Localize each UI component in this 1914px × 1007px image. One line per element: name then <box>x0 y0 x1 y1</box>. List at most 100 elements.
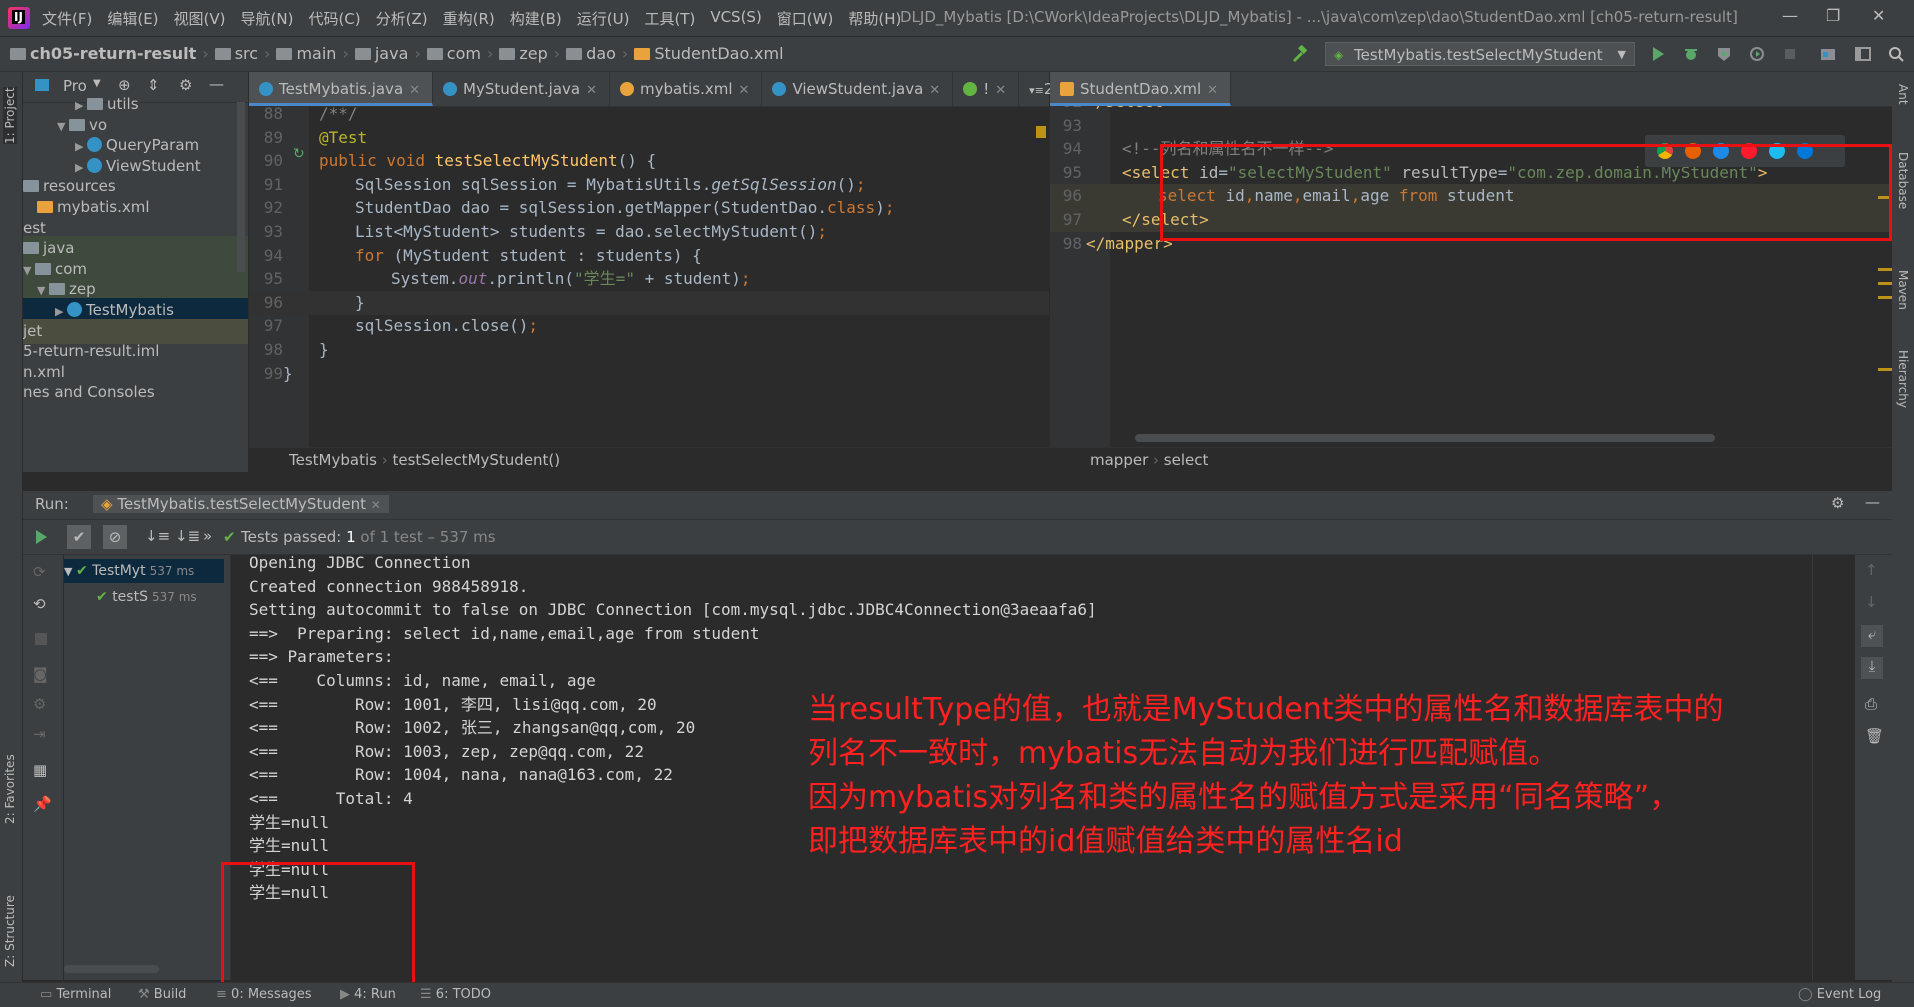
gear-icon[interactable]: ⚙ <box>1831 494 1844 512</box>
coverage-icon[interactable] <box>1716 46 1732 62</box>
breadcrumb-item[interactable]: testSelectMyStudent() <box>392 451 560 469</box>
debug-icon[interactable] <box>1683 46 1699 62</box>
maximize-icon[interactable]: ❐ <box>1826 6 1840 25</box>
chevron-down-icon[interactable]: ▼ <box>93 78 101 89</box>
close-tab-icon[interactable]: ✕ <box>1207 83 1218 98</box>
menu-item[interactable]: 分析(Z) <box>376 8 428 29</box>
run-icon[interactable] <box>1650 46 1666 62</box>
rerun-failed-icon[interactable]: ⟳ <box>33 563 46 581</box>
sort-duration-icon[interactable]: ↓≣ <box>175 527 200 545</box>
favorites-tool-tab[interactable]: 2: Favorites <box>3 754 17 824</box>
test-tree-item[interactable]: ✔ testS 537 ms <box>96 585 197 609</box>
java-code[interactable]: 88 /**/ 89 @Test 90 public void testSelectMyS… <box>249 106 1049 448</box>
test-tree-scrollbar[interactable] <box>64 965 159 973</box>
editor-tab[interactable]: MyStudent.java ✕ <box>433 72 611 106</box>
menu-item[interactable]: 文件(F) <box>42 8 92 29</box>
build-tab[interactable]: ⚒ Build <box>138 987 186 1002</box>
more-icon[interactable]: » <box>203 527 212 545</box>
search-icon[interactable] <box>1888 46 1904 62</box>
project-scrollbar[interactable] <box>237 102 245 272</box>
rerun-icon[interactable] <box>33 529 49 545</box>
breadcrumb-item[interactable]: zep <box>499 44 548 63</box>
tree-item[interactable]: nes and Consoles <box>23 380 248 405</box>
pin-icon[interactable]: 📌 <box>33 795 52 813</box>
horizontal-scrollbar[interactable] <box>1135 434 1715 442</box>
layout-icon[interactable] <box>1855 46 1871 62</box>
build-hammer-icon[interactable] <box>1290 45 1308 63</box>
close-tab-icon[interactable]: ✕ <box>929 83 940 98</box>
menu-item[interactable]: 视图(V) <box>174 8 226 29</box>
close-tab-icon[interactable]: ✕ <box>371 498 381 512</box>
breadcrumb-item[interactable]: TestMybatis <box>289 451 377 469</box>
stop-icon[interactable] <box>1782 46 1798 62</box>
breadcrumb-item[interactable]: com <box>426 44 481 63</box>
hide-icon[interactable]: — <box>209 75 224 93</box>
structure-tool-tab[interactable]: Z: Structure <box>3 895 17 967</box>
editor-tab[interactable]: mybatis.xml ✕ <box>610 72 763 106</box>
print-icon[interactable]: ⎙ <box>1865 695 1877 713</box>
menu-item[interactable]: VCS(S) <box>710 8 761 29</box>
run-test-gutter-icon[interactable]: ↻ <box>293 146 305 162</box>
sort-alpha-icon[interactable]: ↓≡ <box>145 527 170 545</box>
run-configuration-select[interactable]: TestMybatis.testSelectMyStudent ▼ ◈ <box>1325 42 1635 66</box>
breadcrumb-item[interactable]: select <box>1164 451 1209 469</box>
close-icon[interactable]: ✕ <box>1872 6 1885 25</box>
up-arrow-icon[interactable]: ↑ <box>1865 561 1878 579</box>
breadcrumb-item[interactable]: StudentDao.xml <box>634 44 784 63</box>
editor-tab[interactable]: ! ✕ <box>953 72 1020 106</box>
editor-tab[interactable]: ViewStudent.java ✕ <box>762 72 954 106</box>
menu-item[interactable]: 窗口(W) <box>777 8 834 29</box>
stop-icon[interactable] <box>35 633 47 645</box>
run-status-tab[interactable]: ▶ 4: Run <box>340 987 396 1002</box>
close-tab-icon[interactable]: ✕ <box>739 83 750 98</box>
event-log-tab[interactable]: ◯ Event Log <box>1798 987 1881 1002</box>
menu-item[interactable]: 工具(T) <box>644 8 695 29</box>
breadcrumb-item[interactable]: mapper <box>1090 451 1148 469</box>
breadcrumb-item[interactable]: src <box>214 44 258 63</box>
menu-item[interactable]: 导航(N) <box>241 8 294 29</box>
database-tool-tab[interactable]: Database <box>1896 152 1910 209</box>
hierarchy-tool-tab[interactable]: Hierarchy <box>1896 350 1910 408</box>
test-tree-item[interactable]: ▼ ✔ TestMyt 537 ms <box>64 559 224 583</box>
editor-tab[interactable]: TestMybatis.java ✕ <box>249 72 434 106</box>
show-ignored-icon[interactable]: ⊘ <box>103 525 127 549</box>
trash-icon[interactable]: 🗑 <box>1865 727 1884 745</box>
menu-item[interactable]: 编辑(E) <box>107 8 158 29</box>
profile-icon[interactable] <box>1749 46 1765 62</box>
toggle-auto-test-icon[interactable]: ⟲ <box>33 595 46 613</box>
menu-item[interactable]: 代码(C) <box>308 8 360 29</box>
maven-tool-tab[interactable]: Maven <box>1896 270 1910 310</box>
messages-tab[interactable]: ≡ 0: Messages <box>216 987 312 1002</box>
breadcrumb-item[interactable]: ch05-return-result <box>10 44 196 63</box>
menu-item[interactable]: 重构(R) <box>443 8 495 29</box>
scroll-to-end-icon[interactable]: ⤓ <box>1861 657 1883 679</box>
camera-icon[interactable]: ◙ <box>33 665 48 683</box>
export-icon[interactable]: ⇥ <box>33 725 46 743</box>
breadcrumb-item[interactable]: main <box>276 44 336 63</box>
show-passed-icon[interactable]: ✔ <box>67 525 91 549</box>
todo-tab[interactable]: ☰ 6: TODO <box>420 987 491 1002</box>
menu-item[interactable]: 运行(U) <box>577 8 630 29</box>
minimize-icon[interactable]: — <box>1782 6 1798 25</box>
ant-tool-tab[interactable]: Ant <box>1896 84 1910 105</box>
hide-icon[interactable]: — <box>1865 493 1880 511</box>
close-tab-icon[interactable]: ✕ <box>995 83 1006 98</box>
line-number: 98 <box>263 340 283 359</box>
run-tab[interactable]: ◈ TestMybatis.testSelectMyStudent ✕ <box>93 495 389 513</box>
breadcrumb-item[interactable]: dao <box>566 44 616 63</box>
close-tab-icon[interactable]: ✕ <box>409 83 420 98</box>
project-structure-icon[interactable] <box>1820 46 1836 62</box>
layout-icon[interactable]: ▦ <box>33 761 47 779</box>
menu-item[interactable]: 构建(B) <box>510 8 562 29</box>
down-arrow-icon[interactable]: ↓ <box>1865 593 1878 611</box>
close-tab-icon[interactable]: ✕ <box>586 83 597 98</box>
breadcrumb-item[interactable]: java <box>354 44 408 63</box>
project-tool-tab[interactable]: 1: Project <box>3 87 17 144</box>
tree-expand-icon[interactable]: ▼ <box>64 565 76 578</box>
soft-wrap-icon[interactable]: ⤶ <box>1861 625 1883 647</box>
settings-icon[interactable]: ⚙ <box>33 695 46 713</box>
editor-scrollbar[interactable] <box>1036 108 1048 468</box>
menu-item[interactable]: 帮助(H) <box>848 8 901 29</box>
tab-studentdao-xml[interactable]: StudentDao.xml ✕ <box>1050 72 1232 106</box>
terminal-tab[interactable]: ▭ Terminal <box>40 987 111 1002</box>
